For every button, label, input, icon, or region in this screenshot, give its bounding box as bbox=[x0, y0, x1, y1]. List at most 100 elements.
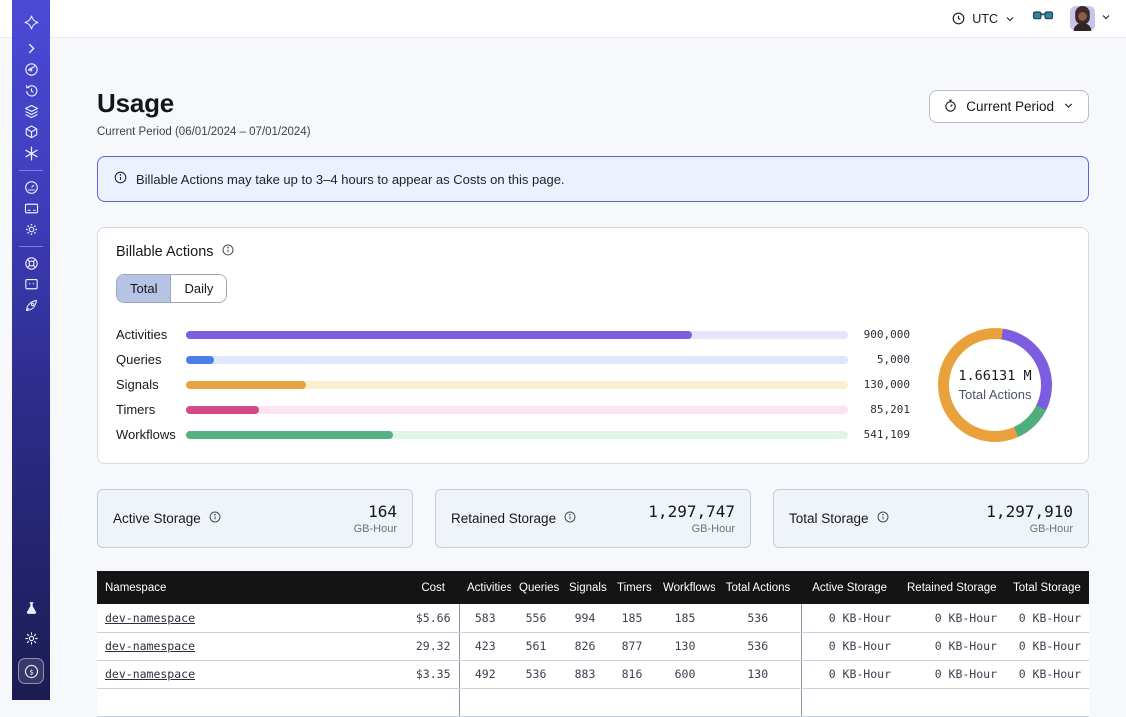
donut-total-value: 1.66131 M bbox=[958, 368, 1031, 384]
period-label: Current Period bbox=[966, 99, 1054, 114]
cube-icon[interactable] bbox=[12, 122, 50, 143]
storage-card-unit: GB-Hour bbox=[354, 523, 397, 535]
namespace-link[interactable]: dev-namespace bbox=[105, 667, 195, 681]
bar-label: Workflows bbox=[116, 427, 186, 442]
banner-text: Billable Actions may take up to 3–4 hour… bbox=[136, 172, 565, 187]
info-icon[interactable] bbox=[563, 510, 577, 527]
svg-text:$: $ bbox=[29, 667, 33, 676]
bar-value: 5,000 bbox=[848, 353, 910, 366]
cell-workflows: 185 bbox=[655, 604, 715, 632]
info-icon[interactable] bbox=[208, 510, 222, 527]
main-content: Usage Current Period (06/01/2024 – 07/01… bbox=[50, 38, 1126, 700]
tab-total[interactable]: Total bbox=[117, 275, 170, 302]
glasses-button[interactable] bbox=[1032, 8, 1054, 29]
chevron-right-icon[interactable] bbox=[12, 38, 50, 59]
info-banner: Billable Actions may take up to 3–4 hour… bbox=[97, 156, 1089, 202]
info-icon[interactable] bbox=[221, 243, 235, 261]
total-actions-donut: 1.66131 M Total Actions bbox=[938, 328, 1052, 442]
cell-total-storage: 0 KB-Hour bbox=[1005, 632, 1089, 660]
card-title-text: Billable Actions bbox=[116, 244, 214, 260]
billing-card-icon[interactable] bbox=[12, 198, 50, 219]
cell-activities: 583 bbox=[459, 604, 511, 632]
cell-total-actions: 130 bbox=[715, 660, 801, 688]
table-row: dev-namespace 29.32 423 561 826 877 130 … bbox=[97, 632, 1089, 660]
bar-chart-row: Queries 5,000 bbox=[116, 347, 910, 372]
sidebar-divider bbox=[19, 170, 43, 171]
col-namespace: Namespace bbox=[97, 571, 377, 604]
storage-card-value: 164 bbox=[354, 502, 397, 521]
page-subtitle: Current Period (06/01/2024 – 07/01/2024) bbox=[97, 126, 1089, 138]
layers-icon[interactable] bbox=[12, 101, 50, 122]
bar-label: Activities bbox=[116, 327, 186, 342]
col-activities: Activities bbox=[459, 571, 511, 604]
timezone-label: UTC bbox=[972, 12, 998, 26]
support-lifebuoy-icon[interactable] bbox=[12, 253, 50, 274]
cell-total-storage: 0 KB-Hour bbox=[1005, 660, 1089, 688]
chevron-down-icon bbox=[1004, 13, 1016, 25]
bar-fill bbox=[186, 406, 259, 414]
cell-active-storage: 0 KB-Hour bbox=[801, 660, 899, 688]
period-select-button[interactable]: Current Period bbox=[929, 90, 1089, 123]
cell-workflows: 600 bbox=[655, 660, 715, 688]
bar-fill bbox=[186, 381, 306, 389]
donut-total-label: Total Actions bbox=[959, 387, 1032, 402]
bar-value: 541,109 bbox=[848, 428, 910, 441]
cell-activities: 423 bbox=[459, 632, 511, 660]
bar-chart-row: Workflows 541,109 bbox=[116, 422, 910, 447]
table-row-partial bbox=[97, 688, 1089, 716]
cell-signals: 994 bbox=[561, 604, 609, 632]
storage-card-label: Retained Storage bbox=[451, 511, 556, 526]
cell-queries: 556 bbox=[511, 604, 561, 632]
storage-card-value: 1,297,747 bbox=[648, 502, 735, 521]
storage-summary-row: Active Storage 164 GB-Hour Retained Stor… bbox=[97, 489, 1089, 548]
col-cost: Cost bbox=[377, 571, 459, 604]
storage-card-label: Active Storage bbox=[113, 511, 201, 526]
bar-fill bbox=[186, 431, 393, 439]
billable-bar-chart: Activities 900,000 Queries 5,000 bbox=[116, 322, 910, 447]
namespace-link[interactable]: dev-namespace bbox=[105, 611, 195, 625]
bar-value: 130,000 bbox=[848, 378, 910, 391]
bar-track bbox=[186, 356, 848, 364]
namespaces-icon[interactable] bbox=[12, 59, 50, 80]
bar-label: Timers bbox=[116, 402, 186, 417]
cell-total-storage: 0 KB-Hour bbox=[1005, 604, 1089, 632]
temporal-logo-icon[interactable] bbox=[12, 12, 50, 33]
user-menu[interactable] bbox=[1070, 6, 1112, 31]
bar-chart-row: Signals 130,000 bbox=[116, 372, 910, 397]
billable-actions-card: Billable Actions Total Daily Activities bbox=[97, 227, 1089, 464]
cell-queries: 536 bbox=[511, 660, 561, 688]
usage-coin-icon[interactable]: $ bbox=[18, 658, 44, 684]
table-header-row: Namespace Cost Activities Queries Signal… bbox=[97, 571, 1089, 604]
bar-track bbox=[186, 381, 848, 389]
storage-card-unit: GB-Hour bbox=[648, 523, 735, 535]
timezone-selector[interactable]: UTC bbox=[951, 11, 1016, 26]
cell-total-actions: 536 bbox=[715, 604, 801, 632]
cell-queries: 561 bbox=[511, 632, 561, 660]
cell-retained-storage: 0 KB-Hour bbox=[899, 604, 1005, 632]
bar-track bbox=[186, 331, 848, 339]
bar-fill bbox=[186, 356, 214, 364]
cell-timers: 185 bbox=[609, 604, 655, 632]
stopwatch-icon bbox=[943, 98, 958, 116]
col-signals: Signals bbox=[561, 571, 609, 604]
col-total-storage: Total Storage bbox=[1005, 571, 1089, 604]
tab-daily[interactable]: Daily bbox=[170, 275, 226, 302]
docs-monitor-icon[interactable] bbox=[12, 274, 50, 295]
history-clock-icon[interactable] bbox=[12, 80, 50, 101]
usage-gauge-icon[interactable] bbox=[12, 177, 50, 198]
bar-value: 900,000 bbox=[848, 328, 910, 341]
bar-chart-row: Activities 900,000 bbox=[116, 322, 910, 347]
cell-timers: 877 bbox=[609, 632, 655, 660]
avatar[interactable] bbox=[1070, 6, 1095, 31]
lab-flask-icon[interactable] bbox=[12, 598, 50, 619]
storage-card: Total Storage 1,297,910 GB-Hour bbox=[773, 489, 1089, 548]
rocket-icon[interactable] bbox=[12, 295, 50, 316]
settings-gear-icon[interactable] bbox=[12, 219, 50, 240]
cell-signals: 826 bbox=[561, 632, 609, 660]
cell-activities: 492 bbox=[459, 660, 511, 688]
namespace-link[interactable]: dev-namespace bbox=[105, 639, 195, 653]
theme-sun-icon[interactable] bbox=[12, 628, 50, 649]
info-icon[interactable] bbox=[876, 510, 890, 527]
bar-track bbox=[186, 406, 848, 414]
asterisk-icon[interactable] bbox=[12, 143, 50, 164]
